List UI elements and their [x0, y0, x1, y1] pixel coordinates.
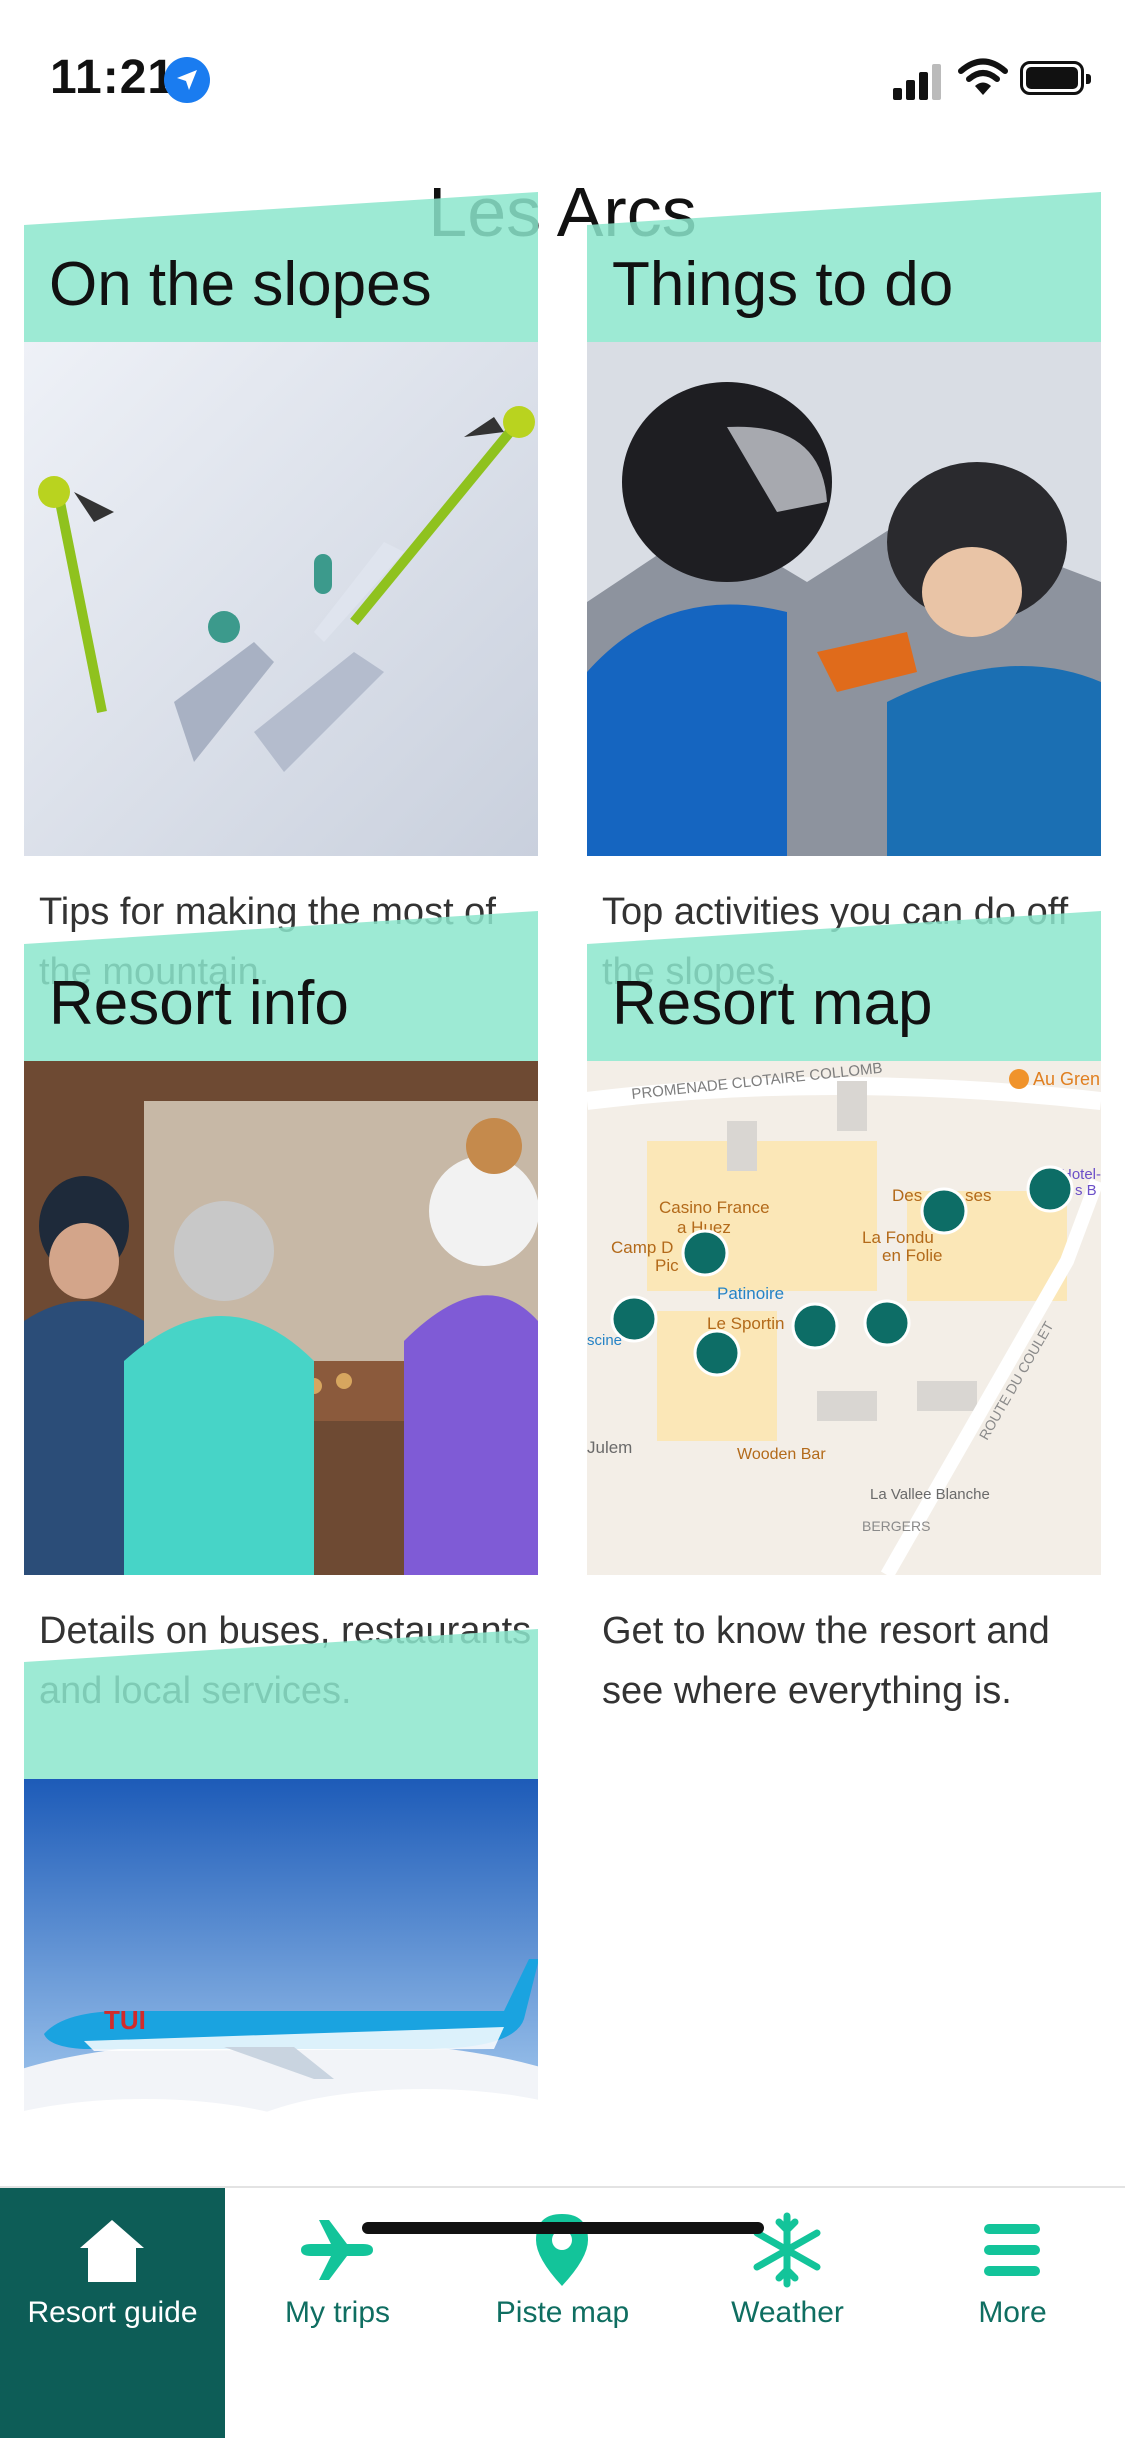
tab-label: Resort guide	[27, 2296, 198, 2329]
status-bar: 11:21	[0, 0, 1125, 150]
skiers-helmets-image	[587, 342, 1101, 856]
svg-text:La Fondu: La Fondu	[862, 1228, 934, 1247]
svg-text:Au Gren: Au Gren	[1033, 1069, 1100, 1089]
svg-text:Casino France: Casino France	[659, 1198, 770, 1217]
card-title: Resort map	[612, 969, 933, 1038]
svg-text:Wooden Bar: Wooden Bar	[737, 1446, 826, 1463]
svg-text:Camp D: Camp D	[611, 1238, 673, 1257]
signal-icon	[893, 60, 945, 100]
svg-text:s B: s B	[1075, 1182, 1097, 1199]
svg-text:Julem: Julem	[587, 1438, 632, 1457]
wifi-icon	[958, 58, 1008, 95]
home-indicator[interactable]	[362, 2222, 764, 2234]
svg-text:Patinoire: Patinoire	[717, 1284, 784, 1303]
svg-text:BERGERS: BERGERS	[862, 1518, 930, 1534]
battery-icon	[1020, 61, 1091, 95]
svg-text:La Vallee Blanche: La Vallee Blanche	[870, 1486, 990, 1503]
card-title: Resort info	[49, 969, 349, 1038]
svg-text:Des: Des	[892, 1186, 922, 1205]
map-preview-image: PROMENADE CLOTAIRE COLLOMB Au Gren Casin…	[587, 1061, 1101, 1575]
tab-label: Weather	[731, 2296, 844, 2329]
svg-text:TUI: TUI	[104, 2005, 146, 2035]
ski-poles-image	[24, 342, 538, 856]
home-icon	[80, 2220, 144, 2282]
tab-resort-guide[interactable]: Resort guide	[0, 2188, 225, 2438]
location-arrow-icon	[164, 57, 210, 103]
tab-label: Piste map	[495, 2296, 630, 2329]
tab-more[interactable]: More	[900, 2188, 1125, 2438]
tab-label: More	[978, 2296, 1047, 2329]
svg-text:ses: ses	[965, 1186, 991, 1205]
svg-text:en Folie: en Folie	[882, 1246, 942, 1265]
shop-window-image	[24, 1061, 538, 1575]
card-title: Things to do	[612, 250, 954, 319]
card-title: On the slopes	[49, 250, 432, 319]
menu-icon	[984, 2224, 1040, 2276]
card-description: Get to know the resort and see where eve…	[602, 1610, 1050, 1712]
tab-label: My trips	[285, 2296, 390, 2329]
svg-text:Pic: Pic	[655, 1256, 679, 1275]
status-time: 11:21	[50, 51, 176, 104]
